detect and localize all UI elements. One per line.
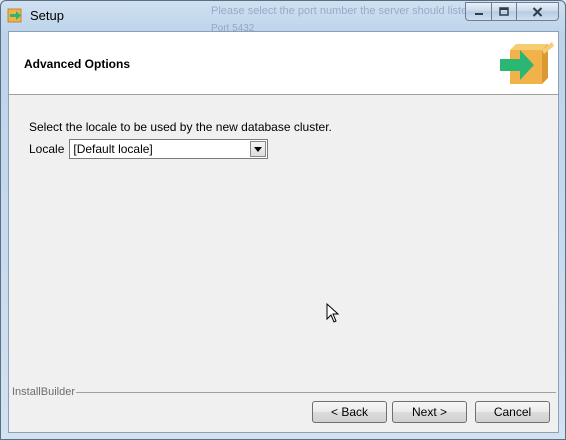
- close-button[interactable]: [516, 2, 559, 21]
- maximize-button[interactable]: [491, 2, 516, 21]
- locale-row: Locale [Default locale]: [29, 139, 269, 159]
- cancel-button[interactable]: Cancel: [475, 401, 550, 423]
- caption-buttons: [465, 2, 559, 22]
- window-title: Setup: [30, 8, 64, 23]
- app-icon: [7, 8, 22, 23]
- locale-dropdown-button[interactable]: [250, 141, 267, 157]
- page-header: Advanced Options: [9, 32, 558, 95]
- chevron-down-icon: [254, 146, 263, 152]
- title-bar[interactable]: Setup Please select the port number the …: [1, 1, 565, 31]
- background-window-ghost: Please select the port number the server…: [211, 5, 481, 31]
- back-button[interactable]: < Back: [312, 401, 387, 423]
- next-button[interactable]: Next >: [392, 401, 467, 423]
- locale-select[interactable]: [Default locale]: [69, 139, 269, 159]
- box-arrow-icon: [500, 42, 554, 84]
- page-title: Advanced Options: [24, 57, 131, 71]
- minimize-icon: [474, 12, 483, 15]
- setup-window: Setup Please select the port number the …: [0, 0, 566, 440]
- dialog-client-area: Advanced Options Select the locale to be…: [8, 31, 559, 433]
- locale-label: Locale: [29, 142, 65, 156]
- locale-prompt: Select the locale to be used by the new …: [29, 120, 332, 134]
- footer-divider: [76, 392, 556, 393]
- mouse-cursor-icon: [326, 303, 340, 323]
- close-icon: [532, 6, 543, 17]
- maximize-icon: [499, 7, 509, 16]
- locale-selected-value: [Default locale]: [73, 142, 153, 156]
- minimize-button[interactable]: [465, 2, 491, 21]
- installbuilder-brand: InstallBuilder: [12, 386, 75, 398]
